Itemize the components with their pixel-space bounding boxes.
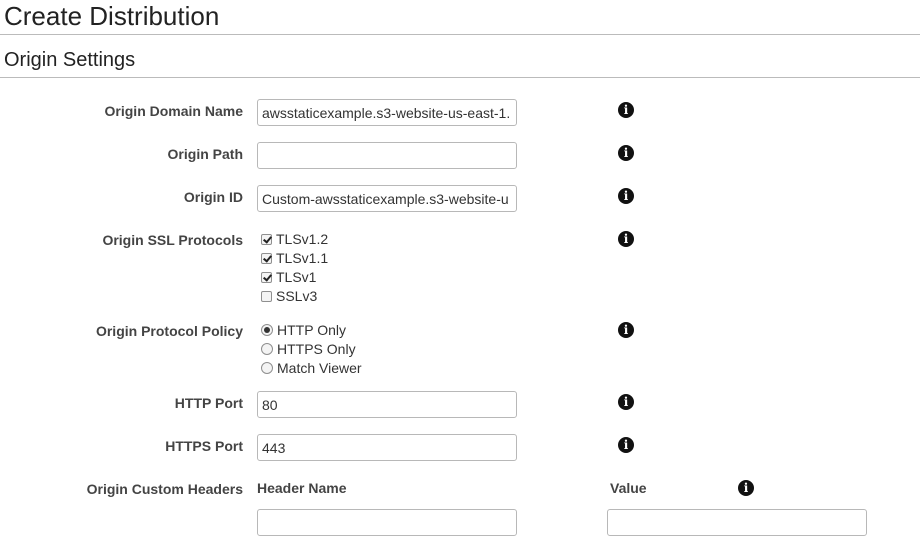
origin-custom-headers-label: Origin Custom Headers — [86, 481, 243, 497]
match-viewer-radio[interactable] — [261, 362, 273, 374]
ssl-option-tlsv1-1[interactable]: TLSv1.1 — [261, 249, 328, 267]
info-icon[interactable]: i — [618, 145, 634, 161]
ssl-option-sslv3[interactable]: SSLv3 — [261, 287, 317, 305]
https-port-input[interactable] — [257, 434, 517, 461]
tlsv1-2-checkbox[interactable] — [261, 234, 272, 245]
info-icon[interactable]: i — [618, 322, 634, 338]
title-divider — [0, 34, 920, 35]
origin-domain-name-input[interactable] — [257, 99, 517, 126]
protocol-option-match-viewer[interactable]: Match Viewer — [261, 359, 362, 377]
https-only-radio[interactable] — [261, 343, 273, 355]
info-icon[interactable]: i — [618, 394, 634, 410]
origin-ssl-protocols-label: Origin SSL Protocols — [102, 232, 243, 248]
http-only-label: HTTP Only — [277, 322, 346, 338]
info-icon[interactable]: i — [738, 480, 754, 496]
sslv3-label: SSLv3 — [276, 288, 318, 304]
tlsv1-checkbox[interactable] — [261, 272, 272, 283]
page-title: Create Distribution — [4, 1, 220, 31]
header-name-column-label: Header Name — [257, 480, 347, 496]
tlsv1-label: TLSv1 — [276, 269, 317, 285]
info-icon[interactable]: i — [618, 102, 634, 118]
origin-id-label: Origin ID — [183, 189, 243, 205]
ssl-option-tlsv1-2[interactable]: TLSv1.2 — [261, 230, 328, 248]
ssl-option-tlsv1[interactable]: TLSv1 — [261, 268, 316, 286]
origin-id-input[interactable] — [257, 185, 517, 212]
section-divider — [0, 77, 920, 78]
header-name-input[interactable] — [257, 509, 517, 536]
tlsv1-2-label: TLSv1.2 — [276, 231, 329, 247]
origin-path-input[interactable] — [257, 142, 517, 169]
https-port-label: HTTPS Port — [165, 438, 243, 454]
tlsv1-1-checkbox[interactable] — [261, 253, 272, 264]
protocol-option-https-only[interactable]: HTTPS Only — [261, 340, 356, 358]
header-value-input[interactable] — [607, 509, 867, 536]
origin-protocol-policy-label: Origin Protocol Policy — [95, 323, 243, 339]
section-title: Origin Settings — [4, 49, 136, 71]
origin-domain-name-label: Origin Domain Name — [104, 103, 243, 119]
info-icon[interactable]: i — [618, 437, 634, 453]
protocol-option-http-only[interactable]: HTTP Only — [261, 321, 346, 339]
tlsv1-1-label: TLSv1.1 — [276, 250, 329, 266]
info-icon[interactable]: i — [618, 231, 634, 247]
info-icon[interactable]: i — [618, 188, 634, 204]
sslv3-checkbox[interactable] — [261, 291, 272, 302]
origin-path-label: Origin Path — [167, 146, 243, 162]
http-port-input[interactable] — [257, 391, 517, 418]
http-only-radio[interactable] — [261, 324, 273, 336]
https-only-label: HTTPS Only — [277, 341, 356, 357]
value-column-label: Value — [610, 480, 647, 496]
http-port-label: HTTP Port — [174, 395, 243, 411]
match-viewer-label: Match Viewer — [277, 360, 362, 376]
